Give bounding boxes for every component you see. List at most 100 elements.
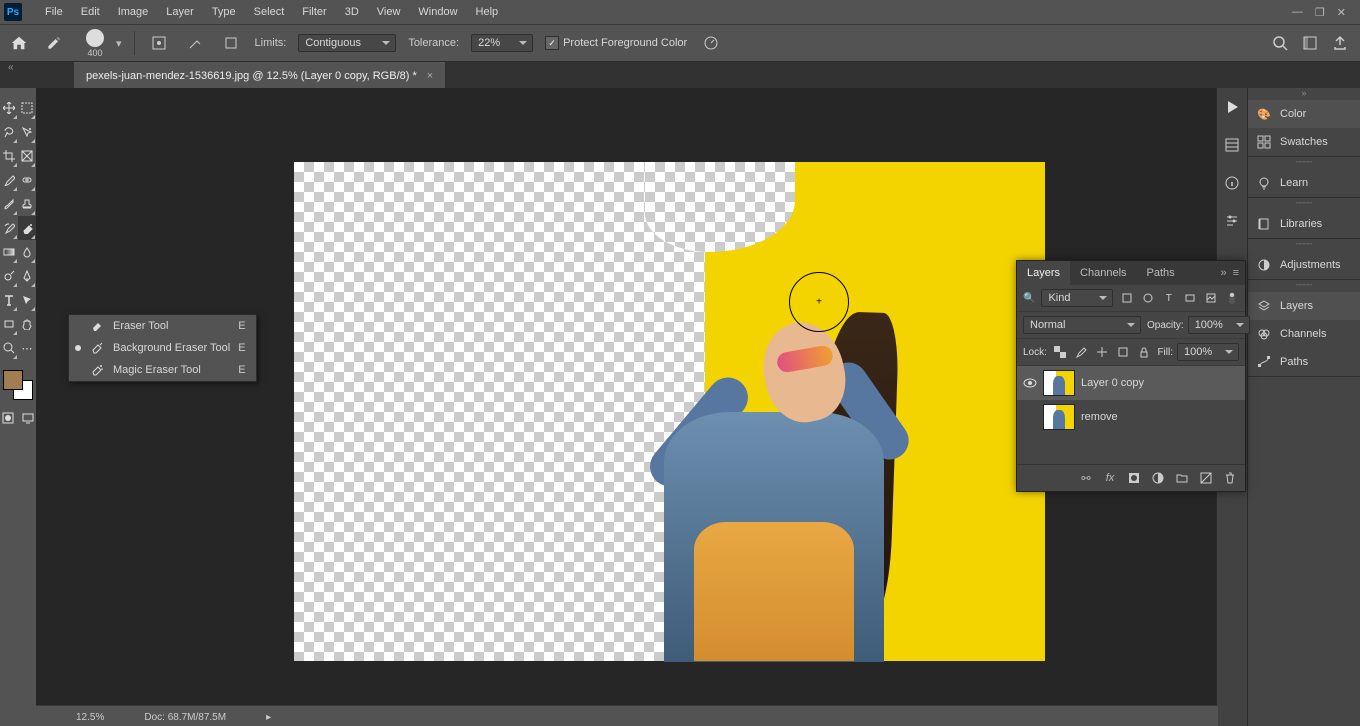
panel-adjustments[interactable]: Adjustments xyxy=(1248,251,1360,279)
panel-swatches[interactable]: Swatches xyxy=(1248,128,1360,156)
color-swatches[interactable] xyxy=(3,370,33,400)
tool-crop[interactable] xyxy=(0,144,18,168)
opacity-field[interactable]: 100% xyxy=(1188,316,1250,334)
panel-menu-icon[interactable]: ≡ xyxy=(1233,267,1239,279)
tool-eyedropper[interactable] xyxy=(0,168,18,192)
menu-3d[interactable]: 3D xyxy=(336,0,368,24)
panel-learn[interactable]: Learn xyxy=(1248,169,1360,197)
panel-paths[interactable]: Paths xyxy=(1248,348,1360,376)
window-restore-icon[interactable]: ❐ xyxy=(1315,6,1325,19)
panel-layers[interactable]: Layers xyxy=(1248,292,1360,320)
flyout-background-eraser-tool[interactable]: Background Eraser Tool E xyxy=(69,337,256,359)
chevron-down-icon[interactable]: ▾ xyxy=(116,37,122,50)
history-icon[interactable] xyxy=(1221,134,1243,156)
layer-item[interactable]: remove xyxy=(1017,400,1245,434)
filter-type-icon[interactable]: T xyxy=(1161,291,1176,305)
tool-pen[interactable] xyxy=(18,264,36,288)
pressure-icon[interactable] xyxy=(699,31,723,55)
lock-paint-icon[interactable] xyxy=(1074,345,1089,359)
screen-mode-icon[interactable] xyxy=(19,406,37,430)
link-layers-icon[interactable]: ⚯ xyxy=(1079,471,1093,485)
document-tab[interactable]: pexels-juan-mendez-1536619.jpg @ 12.5% (… xyxy=(74,62,445,88)
tool-history-brush[interactable] xyxy=(0,216,18,240)
play-action-icon[interactable] xyxy=(1221,96,1243,118)
limits-dropdown[interactable]: Contiguous xyxy=(298,34,396,52)
window-close-icon[interactable]: ✕ xyxy=(1337,6,1346,19)
info-icon[interactable] xyxy=(1221,172,1243,194)
menu-window[interactable]: Window xyxy=(409,0,466,24)
menu-file[interactable]: File xyxy=(36,0,72,24)
menu-filter[interactable]: Filter xyxy=(293,0,335,24)
tool-more[interactable]: ⋯ xyxy=(18,336,36,360)
layers-tab[interactable]: Layers xyxy=(1017,261,1070,285)
filter-smart-icon[interactable] xyxy=(1203,291,1218,305)
menu-layer[interactable]: Layer xyxy=(157,0,203,24)
zoom-level[interactable]: 12.5% xyxy=(76,712,104,723)
flyout-magic-eraser-tool[interactable]: Magic Eraser Tool E xyxy=(69,359,256,381)
workspace-icon[interactable] xyxy=(1302,35,1318,51)
tool-healing[interactable] xyxy=(18,168,36,192)
blend-mode-dropdown[interactable]: Normal xyxy=(1023,316,1141,334)
new-layer-icon[interactable] xyxy=(1199,471,1213,485)
tab-close-icon[interactable]: × xyxy=(427,70,433,82)
properties-icon[interactable] xyxy=(1221,210,1243,232)
brush-preview[interactable]: 400 xyxy=(86,29,104,58)
tool-blur[interactable] xyxy=(18,240,36,264)
window-minimize-icon[interactable]: — xyxy=(1292,6,1303,19)
lock-position-icon[interactable] xyxy=(1095,345,1110,359)
panel-libraries[interactable]: Libraries xyxy=(1248,210,1360,238)
sampling-swatch-icon[interactable] xyxy=(219,31,243,55)
tool-shape[interactable] xyxy=(0,312,18,336)
tool-marquee[interactable] xyxy=(18,96,36,120)
layer-filter-dropdown[interactable]: Kind xyxy=(1041,289,1113,307)
share-icon[interactable] xyxy=(1332,35,1348,51)
filter-shape-icon[interactable] xyxy=(1182,291,1197,305)
menu-help[interactable]: Help xyxy=(467,0,508,24)
home-icon[interactable] xyxy=(8,32,30,54)
menu-edit[interactable]: Edit xyxy=(72,0,109,24)
tolerance-field[interactable]: 22% xyxy=(471,34,533,52)
current-tool-icon[interactable] xyxy=(42,31,66,55)
tool-gradient[interactable] xyxy=(0,240,18,264)
sampling-once-icon[interactable] xyxy=(183,31,207,55)
tool-path-select[interactable] xyxy=(18,288,36,312)
tool-eraser[interactable] xyxy=(18,216,36,240)
protect-fg-checkbox[interactable]: ✓Protect Foreground Color xyxy=(545,36,687,50)
tool-dodge[interactable] xyxy=(0,264,18,288)
filter-adjust-icon[interactable] xyxy=(1140,291,1155,305)
lock-transparency-icon[interactable] xyxy=(1053,345,1068,359)
flyout-eraser-tool[interactable]: Eraser Tool E xyxy=(69,315,256,337)
panel-collapse-icon[interactable]: » xyxy=(1220,267,1226,279)
tool-frame[interactable] xyxy=(18,144,36,168)
fill-field[interactable]: 100% xyxy=(1177,343,1239,361)
lock-artboard-icon[interactable] xyxy=(1116,345,1131,359)
tool-brush[interactable] xyxy=(0,192,18,216)
panel-channels[interactable]: Channels xyxy=(1248,320,1360,348)
visibility-icon[interactable] xyxy=(1023,376,1037,390)
layer-fx-icon[interactable]: fx xyxy=(1103,471,1117,485)
menu-image[interactable]: Image xyxy=(109,0,158,24)
folder-icon[interactable] xyxy=(1175,471,1189,485)
layer-mask-icon[interactable] xyxy=(1127,471,1141,485)
menu-type[interactable]: Type xyxy=(203,0,245,24)
tool-hand[interactable] xyxy=(18,312,36,336)
lock-all-icon[interactable] xyxy=(1137,345,1152,359)
tool-quick-select[interactable] xyxy=(18,120,36,144)
channels-tab[interactable]: Channels xyxy=(1070,261,1136,285)
quick-mask-icon[interactable] xyxy=(0,406,17,430)
visibility-icon[interactable] xyxy=(1023,410,1037,424)
tool-stamp[interactable] xyxy=(18,192,36,216)
menu-view[interactable]: View xyxy=(368,0,410,24)
tool-type[interactable] xyxy=(0,288,18,312)
search-icon[interactable] xyxy=(1272,35,1288,51)
paths-tab[interactable]: Paths xyxy=(1137,261,1185,285)
trash-icon[interactable] xyxy=(1223,471,1237,485)
tool-zoom[interactable] xyxy=(0,336,18,360)
tool-lasso[interactable] xyxy=(0,120,18,144)
tool-move[interactable] xyxy=(0,96,18,120)
filter-pixel-icon[interactable] xyxy=(1119,291,1134,305)
panel-color[interactable]: 🎨Color xyxy=(1248,100,1360,128)
filter-toggle[interactable] xyxy=(1224,291,1239,305)
menu-select[interactable]: Select xyxy=(245,0,294,24)
adjustment-layer-icon[interactable] xyxy=(1151,471,1165,485)
